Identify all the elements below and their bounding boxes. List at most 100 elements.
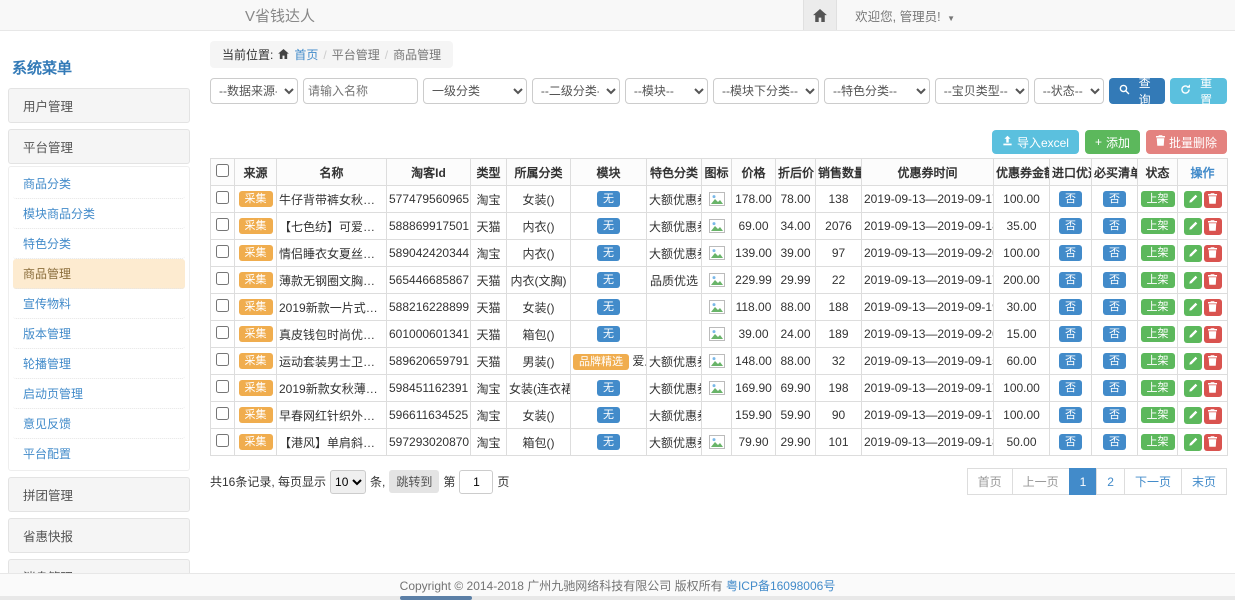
sidebar-group-0[interactable]: 用户管理 bbox=[8, 88, 190, 123]
row-checkbox[interactable] bbox=[216, 353, 229, 366]
page-button-上一页[interactable]: 上一页 bbox=[1012, 468, 1070, 495]
filter-select-7[interactable]: --状态-- bbox=[1034, 78, 1104, 104]
row-checkbox[interactable] bbox=[216, 326, 229, 339]
coupon-amount-cell: 100.00 bbox=[994, 240, 1050, 267]
row-checkbox[interactable] bbox=[216, 191, 229, 204]
scrollbar-thumb[interactable] bbox=[400, 596, 472, 600]
edit-button[interactable] bbox=[1184, 272, 1202, 289]
row-checkbox[interactable] bbox=[216, 299, 229, 312]
sidebar-item-1-0[interactable]: 商品分类 bbox=[13, 169, 185, 199]
table-row: 采集薄款无钢圈文胸聚拢性...565446685867天猫内衣(文胸)无品质优选… bbox=[211, 267, 1228, 294]
filter-select-0[interactable]: --数据来源-- bbox=[210, 78, 298, 104]
filter-select-2[interactable]: --二级分类-- bbox=[532, 78, 620, 104]
must-buy-badge: 否 bbox=[1103, 272, 1126, 288]
edit-button[interactable] bbox=[1184, 245, 1202, 262]
edit-button[interactable] bbox=[1184, 326, 1202, 343]
page-button-首页[interactable]: 首页 bbox=[967, 468, 1013, 495]
row-checkbox[interactable] bbox=[216, 272, 229, 285]
import-excel-button[interactable]: 导入excel bbox=[992, 130, 1079, 154]
page-number-input[interactable] bbox=[459, 470, 493, 494]
row-checkbox[interactable] bbox=[216, 434, 229, 447]
edit-button[interactable] bbox=[1184, 407, 1202, 424]
sidebar-item-1-5[interactable]: 版本管理 bbox=[13, 319, 185, 349]
select-all-checkbox[interactable] bbox=[216, 164, 229, 177]
edit-button[interactable] bbox=[1184, 380, 1202, 397]
sidebar-item-1-3[interactable]: 商品管理 bbox=[13, 259, 185, 289]
filter-select-5[interactable]: --特色分类-- bbox=[824, 78, 930, 104]
delete-button[interactable] bbox=[1204, 245, 1222, 262]
must-buy-cell: 否 bbox=[1092, 294, 1138, 321]
icp-link[interactable]: 粤ICP备16098006号 bbox=[726, 577, 835, 594]
operations-cell bbox=[1178, 375, 1228, 402]
welcome-text: 欢迎您, 管理员! bbox=[855, 10, 940, 24]
batch-delete-button[interactable]: 批量删除 bbox=[1146, 130, 1227, 154]
discount-price-cell: 88.00 bbox=[776, 294, 816, 321]
coupon-time-cell: 2019-09-13—2019-09-18 bbox=[862, 213, 994, 240]
edit-button[interactable] bbox=[1184, 218, 1202, 235]
sidebar-submenu: 商品分类模块商品分类特色分类商品管理宣传物料版本管理轮播管理启动页管理意见反馈平… bbox=[8, 166, 190, 471]
discount-price-cell: 88.00 bbox=[776, 348, 816, 375]
sidebar-group-1[interactable]: 平台管理 bbox=[8, 129, 190, 164]
price-cell: 139.00 bbox=[732, 240, 776, 267]
delete-button[interactable] bbox=[1204, 407, 1222, 424]
sidebar-item-1-8[interactable]: 意见反馈 bbox=[13, 409, 185, 439]
per-page-select[interactable]: 10 bbox=[330, 470, 366, 494]
taoke-id: 601000601341 bbox=[387, 321, 471, 348]
source-badge: 采集 bbox=[239, 353, 273, 369]
delete-button[interactable] bbox=[1204, 218, 1222, 235]
sidebar-item-1-1[interactable]: 模块商品分类 bbox=[13, 199, 185, 229]
edit-button[interactable] bbox=[1184, 434, 1202, 451]
edit-button[interactable] bbox=[1184, 191, 1202, 208]
delete-button[interactable] bbox=[1204, 326, 1222, 343]
row-checkbox[interactable] bbox=[216, 245, 229, 258]
sidebar-item-1-9[interactable]: 平台配置 bbox=[13, 439, 185, 468]
icon-cell bbox=[702, 348, 732, 375]
page-button-1[interactable]: 1 bbox=[1069, 468, 1098, 495]
edit-button[interactable] bbox=[1184, 299, 1202, 316]
search-button[interactable]: 查询 bbox=[1109, 78, 1166, 104]
sidebar-item-1-2[interactable]: 特色分类 bbox=[13, 229, 185, 259]
delete-button[interactable] bbox=[1204, 353, 1222, 370]
page-button-末页[interactable]: 末页 bbox=[1181, 468, 1227, 495]
sidebar-item-1-4[interactable]: 宣传物料 bbox=[13, 289, 185, 319]
row-checkbox-cell bbox=[211, 294, 235, 321]
delete-button[interactable] bbox=[1204, 272, 1222, 289]
column-header: 淘客Id bbox=[387, 159, 471, 186]
filter-select-1[interactable]: 一级分类 bbox=[423, 78, 527, 104]
reset-button[interactable]: 重置 bbox=[1170, 78, 1227, 104]
table-row: 采集【七色纺】可爱纯棉家...588869917501天猫内衣()无大额优惠券6… bbox=[211, 213, 1228, 240]
horizontal-scrollbar[interactable] bbox=[0, 596, 1235, 600]
filter-select-3[interactable]: --模块-- bbox=[625, 78, 708, 104]
sidebar-item-1-6[interactable]: 轮播管理 bbox=[13, 349, 185, 379]
breadcrumb-home-link[interactable]: 首页 bbox=[294, 46, 318, 63]
status-cell: 上架 bbox=[1138, 321, 1178, 348]
filter-select-4[interactable]: --模块下分类-- bbox=[713, 78, 819, 104]
sidebar-group-3[interactable]: 省惠快报 bbox=[8, 518, 190, 553]
module-badge: 无 bbox=[597, 434, 620, 450]
row-checkbox[interactable] bbox=[216, 218, 229, 231]
module-badge: 无 bbox=[597, 299, 620, 315]
module-cell: 无 bbox=[571, 267, 647, 294]
discount-price-cell: 69.90 bbox=[776, 375, 816, 402]
price-cell: 148.00 bbox=[732, 348, 776, 375]
add-button[interactable]: + 添加 bbox=[1085, 130, 1140, 154]
edit-button[interactable] bbox=[1184, 353, 1202, 370]
sidebar-item-1-7[interactable]: 启动页管理 bbox=[13, 379, 185, 409]
user-menu[interactable]: 欢迎您, 管理员! ▼ bbox=[855, 6, 955, 25]
feature-category: 品质优选 bbox=[647, 267, 702, 294]
sidebar-group-2[interactable]: 拼团管理 bbox=[8, 477, 190, 512]
jump-button[interactable]: 跳转到 bbox=[389, 470, 439, 493]
delete-button[interactable] bbox=[1204, 434, 1222, 451]
product-name: 真皮钱包时尚优雅女士... bbox=[277, 321, 387, 348]
delete-button[interactable] bbox=[1204, 191, 1222, 208]
page-button-2[interactable]: 2 bbox=[1096, 468, 1125, 495]
row-checkbox[interactable] bbox=[216, 380, 229, 393]
row-checkbox[interactable] bbox=[216, 407, 229, 420]
home-icon[interactable] bbox=[803, 0, 837, 30]
page-button-下一页[interactable]: 下一页 bbox=[1124, 468, 1182, 495]
filter-select-6[interactable]: --宝贝类型-- bbox=[935, 78, 1029, 104]
delete-button[interactable] bbox=[1204, 299, 1222, 316]
delete-button[interactable] bbox=[1204, 380, 1222, 397]
name-search-input[interactable] bbox=[303, 78, 418, 104]
trash-icon bbox=[1208, 192, 1217, 207]
